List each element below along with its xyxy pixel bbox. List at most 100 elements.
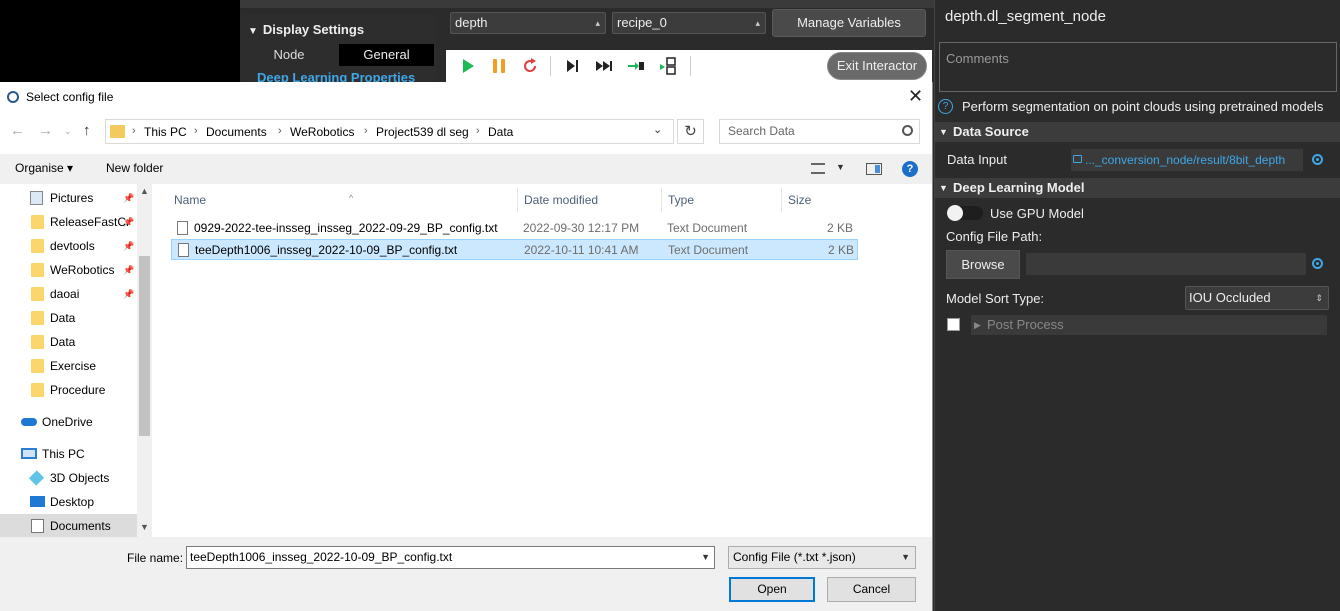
nav-item-devtools[interactable]: devtools 📌 [0, 234, 137, 258]
restart-icon[interactable] [520, 56, 540, 76]
open-button[interactable]: Open [729, 577, 815, 602]
nav-item-this-pc[interactable]: This PC [0, 442, 137, 466]
data-input-link[interactable]: ..._conversion_node/result/8bit_depth [1071, 149, 1303, 171]
browse-button[interactable]: Browse [946, 250, 1020, 279]
tab-general[interactable]: General [339, 44, 434, 66]
folder-icon [31, 215, 44, 229]
nav-item-onedrive[interactable]: OneDrive [0, 410, 137, 434]
breadcrumb-data[interactable]: Data [488, 125, 513, 139]
display-settings-header[interactable]: ▼ Display Settings [248, 22, 364, 37]
nav-item-label: Procedure [50, 383, 106, 397]
nav-item-label: OneDrive [42, 415, 93, 429]
target-icon[interactable] [1312, 258, 1323, 269]
pin-icon: 📌 [123, 241, 135, 251]
nav-item-data[interactable]: Data [0, 306, 137, 330]
deep-learning-model-section-header[interactable]: ▼ Deep Learning Model [935, 178, 1340, 198]
breadcrumb-project[interactable]: Project539 dl seg [376, 125, 469, 139]
column-header-size[interactable]: Size [782, 188, 858, 212]
close-icon[interactable]: ✕ [908, 86, 923, 107]
file-row-selected[interactable]: teeDepth1006_insseg_2022-10-09_BP_config… [171, 239, 858, 260]
nav-item-label: Documents [50, 519, 111, 533]
use-gpu-toggle[interactable] [947, 205, 983, 221]
scrollbar-thumb[interactable] [139, 256, 150, 436]
address-bar[interactable]: › This PC › Documents › WeRobotics › Pro… [105, 119, 674, 144]
view-options-icon[interactable] [811, 163, 825, 174]
file-date: 2022-10-11 10:41 AM [524, 243, 639, 257]
3d-objects-icon [28, 470, 45, 486]
depth-select-value: depth [455, 15, 488, 30]
organise-button[interactable]: Organise ▾ [15, 161, 73, 175]
data-source-section-header[interactable]: ▼ Data Source [935, 122, 1340, 142]
preview-pane-icon[interactable] [866, 163, 882, 175]
back-arrow-icon[interactable]: ← [10, 122, 25, 139]
recent-locations-icon[interactable]: ⌄ [64, 126, 72, 137]
forward-arrow-icon[interactable]: → [38, 122, 53, 139]
search-input[interactable]: Search Data [719, 119, 920, 144]
up-arrow-icon[interactable]: ↑ [83, 122, 91, 139]
chevron-down-icon[interactable]: ▼ [701, 547, 710, 568]
post-process-section[interactable]: ▶ Post Process [971, 315, 1327, 335]
collapse-triangle-icon: ▼ [248, 26, 258, 37]
pause-icon[interactable] [489, 56, 509, 76]
display-settings-title: Display Settings [262, 22, 365, 37]
nav-item-desktop[interactable]: Desktop [0, 490, 137, 514]
collapse-triangle-icon: ▼ [939, 183, 948, 193]
nav-item-documents[interactable]: Documents [0, 514, 137, 538]
breadcrumb-this-pc[interactable]: This PC [144, 125, 187, 139]
file-type: Text Document [667, 221, 748, 235]
file-name: 0929-2022-tee-insseg_insseg_2022-09-29_B… [194, 221, 498, 235]
step-icon[interactable] [562, 56, 582, 76]
step-into-icon[interactable] [626, 56, 646, 76]
nav-item-daoai[interactable]: daoai 📌 [0, 282, 137, 306]
nav-scrollbar[interactable]: ▲ ▼ [137, 184, 152, 537]
refresh-icon[interactable]: ↻ [677, 119, 704, 144]
file-type-select[interactable]: Config File (*.txt *.json) ▼ [728, 546, 916, 569]
fast-forward-icon[interactable] [594, 56, 614, 76]
model-sort-type-select[interactable]: IOU Occluded ⇕ [1185, 286, 1329, 310]
recipe-select[interactable]: recipe_0 ▴ [612, 12, 766, 34]
nav-item-label: daoai [50, 287, 80, 301]
file-size: 2 KB [826, 221, 853, 235]
chevron-down-icon[interactable]: ▼ [836, 162, 845, 172]
file-name-input[interactable]: teeDepth1006_insseg_2022-10-09_BP_config… [186, 546, 715, 569]
nav-item-label: This PC [42, 447, 85, 461]
breadcrumb-werobotics[interactable]: WeRobotics [290, 125, 354, 139]
depth-select[interactable]: depth ▴ [450, 12, 606, 34]
nav-item-werobotics[interactable]: WeRobotics 📌 [0, 258, 137, 282]
cancel-button[interactable]: Cancel [827, 577, 916, 602]
nav-item-pictures[interactable]: Pictures 📌 [0, 186, 137, 210]
exit-interactor-button[interactable]: Exit Interactor [827, 52, 927, 80]
target-icon[interactable] [1312, 154, 1323, 165]
help-icon[interactable]: ? [902, 161, 918, 177]
column-header-type[interactable]: Type [662, 188, 782, 212]
manage-variables-button[interactable]: Manage Variables [772, 9, 926, 37]
chevron-down-icon[interactable]: ▼ [140, 522, 149, 532]
expand-triangle-icon: ▶ [974, 320, 981, 330]
column-header-date[interactable]: Date modified [518, 188, 662, 212]
computer-icon [21, 448, 37, 459]
file-row[interactable]: 0929-2022-tee-insseg_insseg_2022-09-29_B… [171, 218, 858, 239]
nav-item-data[interactable]: Data [0, 330, 137, 354]
tab-node[interactable]: Node [240, 44, 338, 66]
nav-item-exercise[interactable]: Exercise [0, 354, 137, 378]
chevron-down-icon[interactable]: ⌄ [653, 123, 662, 136]
chevron-up-icon[interactable]: ▲ [140, 186, 149, 196]
column-header-name[interactable]: Name ^ [168, 188, 518, 212]
nav-item-label: 3D Objects [50, 471, 110, 485]
new-folder-button[interactable]: New folder [106, 161, 163, 175]
node-title: depth.dl_segment_node [945, 8, 1106, 25]
nav-item-releasefastcr[interactable]: ReleaseFastCr 📌 [0, 210, 137, 234]
nav-item-procedure[interactable]: Procedure [0, 378, 137, 402]
folder-icon [31, 239, 44, 253]
play-icon[interactable] [458, 56, 478, 76]
step-over-icon[interactable] [658, 56, 678, 76]
config-file-path-field[interactable] [1026, 253, 1306, 275]
breadcrumb-documents[interactable]: Documents [206, 125, 267, 139]
search-icon [902, 125, 913, 136]
column-name-label: Name [174, 193, 207, 207]
search-placeholder: Search Data [728, 124, 795, 138]
dialog-footer: File name: teeDepth1006_insseg_2022-10-0… [0, 537, 932, 611]
nav-item-3d-objects[interactable]: 3D Objects [0, 466, 137, 490]
post-process-checkbox[interactable] [947, 318, 960, 331]
comments-field[interactable]: Comments [939, 42, 1337, 92]
